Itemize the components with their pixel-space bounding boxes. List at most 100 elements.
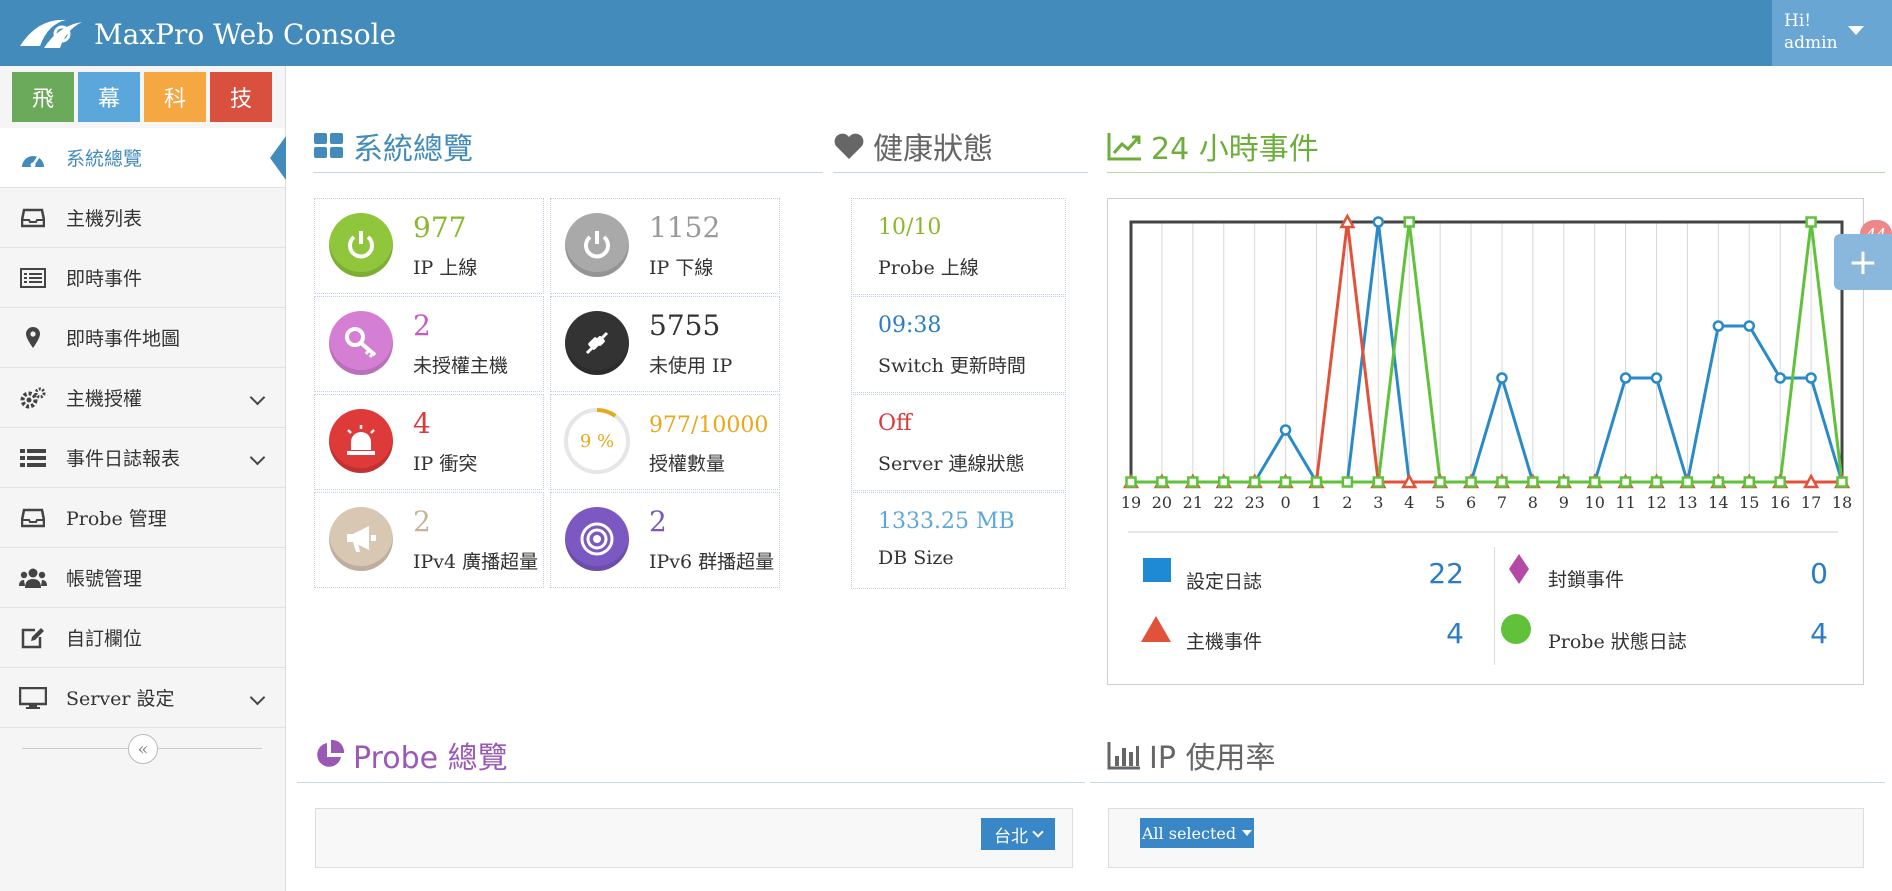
target-icon <box>565 507 629 571</box>
probe-location-select[interactable]: 台北 <box>981 818 1055 850</box>
tile-ip-conflict[interactable]: 4 IP 衝突 <box>314 394 544 490</box>
tile-label: IP 上線 <box>413 257 478 279</box>
health-tile-server-connection[interactable]: Off Server 連線狀態 <box>851 394 1066 491</box>
sidebar-item-server-settings[interactable]: Server 設定 <box>0 668 285 728</box>
legend-value-block-events: 0 <box>1810 557 1828 590</box>
legend-value-config-log: 22 <box>1428 557 1464 590</box>
app-logo[interactable]: MaxPro Web Console <box>18 14 396 54</box>
tile-label: IPv4 廣播超量 <box>413 551 539 573</box>
x-tick-label: 14 <box>1708 493 1728 512</box>
legend-value-probe-status-log: 4 <box>1810 617 1828 650</box>
ip-usage-section-title: IP 使用率 <box>1107 735 1275 776</box>
chevron-down-icon <box>249 389 266 406</box>
bar-chart-icon <box>1107 742 1140 770</box>
series-point <box>1836 476 1848 488</box>
tile-label: 授權數量 <box>649 453 726 475</box>
brand-block-4: 技 <box>210 72 272 122</box>
series-point <box>1743 320 1756 332</box>
x-tick-label: 0 <box>1280 493 1290 512</box>
sidebar-item-overview[interactable]: 系統總覽 <box>0 128 286 188</box>
x-tick-label: 8 <box>1528 493 1538 512</box>
power-icon <box>329 213 393 277</box>
series-point <box>1619 476 1632 488</box>
probe-underline <box>297 782 1085 783</box>
series-point <box>1774 476 1786 488</box>
x-tick-label: 21 <box>1183 493 1203 512</box>
chevron-down-icon <box>249 449 266 466</box>
legend-label-host-events: 主機事件 <box>1186 631 1263 653</box>
tile-unused-ip[interactable]: 5755 未使用 IP <box>550 296 780 392</box>
sidebar-item-custom-fields[interactable]: 自訂欄位 <box>0 608 285 668</box>
x-tick-label: 1 <box>1311 493 1321 512</box>
health-label: Server 連線狀態 <box>878 453 1025 475</box>
health-tile-db-size[interactable]: 1333.25 MB DB Size <box>851 492 1066 589</box>
sidebar-item-realtime-events[interactable]: 即時事件 <box>0 248 285 308</box>
chevron-down-icon <box>249 689 266 706</box>
probe-title: Probe 總覽 <box>353 741 508 776</box>
brand-block-3: 科 <box>144 72 206 122</box>
app-title: MaxPro Web Console <box>94 17 397 51</box>
map-marker-icon <box>18 325 48 351</box>
th-large-icon <box>314 133 343 158</box>
series-point <box>1496 372 1508 384</box>
sidebar-item-host-license[interactable]: 主機授權 <box>0 368 285 428</box>
dashboard-icon <box>18 145 48 171</box>
tile-ip-offline[interactable]: 1152 IP 下線 <box>550 198 780 294</box>
legend-column-divider <box>1494 547 1495 665</box>
sidebar-item-probe-management[interactable]: Probe 管理 <box>0 488 285 548</box>
x-tick-label: 9 <box>1559 493 1569 512</box>
user-menu[interactable]: Hi! admin <box>1772 0 1892 66</box>
tile-label: IPv6 群播超量 <box>649 551 775 573</box>
username: admin <box>1784 33 1838 53</box>
tile-value: 1152 <box>649 211 721 244</box>
ip-usage-select[interactable]: All selected <box>1140 818 1254 848</box>
series-line <box>1131 220 1842 484</box>
x-tick-label: 4 <box>1404 493 1414 512</box>
page-title: 系統總覽 <box>353 132 473 167</box>
sidebar-item-event-map[interactable]: 即時事件地圖 <box>0 308 285 368</box>
series-point <box>1802 473 1820 489</box>
users-icon <box>18 565 48 591</box>
series-point <box>1248 476 1261 488</box>
maxpro-logo-icon <box>20 19 82 48</box>
series-point <box>1805 372 1817 384</box>
tile-value: 5755 <box>649 309 721 342</box>
x-tick-label: 6 <box>1466 493 1476 512</box>
desktop-icon <box>18 685 48 711</box>
tile-ipv6-multicast[interactable]: 2 IPv6 群播超量 <box>550 492 780 588</box>
series-point <box>1650 476 1663 488</box>
sidebar-item-account-management[interactable]: 帳號管理 <box>0 548 285 608</box>
health-tile-switch-update[interactable]: 09:38 Switch 更新時間 <box>851 296 1066 393</box>
sidebar-item-label: Probe 管理 <box>66 508 167 530</box>
sidebar-item-hosts[interactable]: 主機列表 <box>0 188 285 248</box>
sidebar-item-label: 帳號管理 <box>66 568 143 590</box>
events-line-chart: 19 20 21 22 23 0 1 2 3 4 5 6 7 8 9 10 11 12 13 14 15 16 17 18 <box>1121 213 1852 512</box>
sidebar-item-event-log-report[interactable]: 事件日誌報表 <box>0 428 285 488</box>
series-point <box>1527 476 1539 488</box>
tile-ipv4-broadcast[interactable]: 2 IPv4 廣播超量 <box>314 492 544 588</box>
chevron-down-icon <box>1032 826 1044 838</box>
health-tile-probe-online[interactable]: 10/10 Probe 上線 <box>851 198 1066 295</box>
series-point <box>1712 320 1725 332</box>
tile-label: 未授權主機 <box>413 355 509 377</box>
legend-label-block-events: 封鎖事件 <box>1548 569 1625 591</box>
triangle-legend-icon <box>1141 616 1171 642</box>
tile-license-count[interactable]: 9 % 977/10000 授權數量 <box>550 394 780 490</box>
x-tick-label: 12 <box>1646 493 1666 512</box>
greeting: Hi! <box>1784 11 1812 31</box>
cogs-icon <box>18 385 48 411</box>
tile-ip-online[interactable]: 977 IP 上線 <box>314 198 544 294</box>
x-tick-label: 15 <box>1739 493 1759 512</box>
series-point <box>1372 216 1385 228</box>
collapse-sidebar-button[interactable]: « <box>128 734 158 764</box>
series-point <box>1372 476 1385 488</box>
series-point <box>1310 476 1323 488</box>
chart-legend-divider <box>1128 531 1838 533</box>
sidebar-item-label: 即時事件 <box>66 268 143 290</box>
list-icon <box>18 445 48 471</box>
series-point <box>1712 476 1725 488</box>
tile-value: 2 <box>649 505 667 538</box>
add-widget-button[interactable]: + <box>1834 234 1892 290</box>
tile-unauthorized-hosts[interactable]: 2 未授權主機 <box>314 296 544 392</box>
tile-value: 2 <box>413 505 431 538</box>
